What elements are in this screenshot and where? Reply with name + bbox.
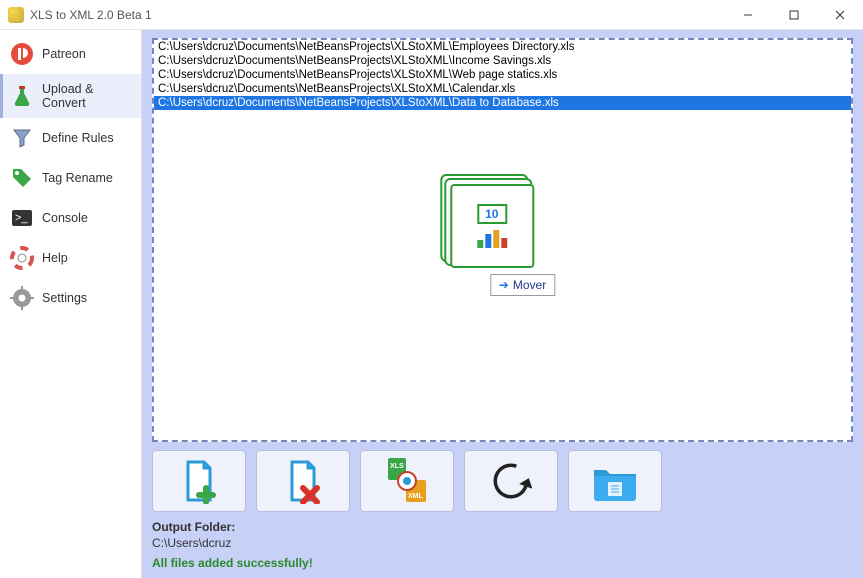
app-icon xyxy=(8,7,24,23)
sidebar-label: Settings xyxy=(42,291,87,305)
flask-icon xyxy=(10,84,34,108)
footer: Output Folder: C:\Users\dcruz All files … xyxy=(152,520,853,570)
sidebar-item-upload[interactable]: Upload & Convert xyxy=(0,74,141,118)
sidebar-item-tag[interactable]: Tag Rename xyxy=(0,158,141,198)
file-list-item[interactable]: C:\Users\dcruz\Documents\NetBeansProject… xyxy=(154,68,851,82)
add-file-button[interactable] xyxy=(152,450,246,512)
svg-text:XLS: XLS xyxy=(390,463,404,470)
mini-bars xyxy=(477,228,507,248)
maximize-button[interactable] xyxy=(771,0,817,29)
file-list-item[interactable]: C:\Users\dcruz\Documents\NetBeansProject… xyxy=(154,82,851,96)
sidebar-label: Console xyxy=(42,211,88,225)
svg-text:>_: >_ xyxy=(15,212,28,224)
titlebar: XLS to XML 2.0 Beta 1 xyxy=(0,0,863,30)
file-list-item[interactable]: C:\Users\dcruz\Documents\NetBeansProject… xyxy=(154,96,851,110)
output-folder-path: C:\Users\dcruz xyxy=(152,536,853,550)
spreadsheet-graphic: 10 ➔ Mover xyxy=(450,184,555,296)
gear-icon xyxy=(10,286,34,310)
file-list-item[interactable]: C:\Users\dcruz\Documents\NetBeansProject… xyxy=(154,40,851,54)
status-message: All files added successfully! xyxy=(152,556,853,570)
output-folder-label: Output Folder: xyxy=(152,520,853,534)
funnel-icon xyxy=(10,126,34,150)
sidebar-label: Patreon xyxy=(42,47,86,61)
open-folder-button[interactable] xyxy=(568,450,662,512)
drop-area[interactable]: C:\Users\dcruz\Documents\NetBeansProject… xyxy=(152,38,853,442)
badge-count: 10 xyxy=(477,204,507,224)
window-title: XLS to XML 2.0 Beta 1 xyxy=(30,8,725,22)
patreon-icon xyxy=(10,42,34,66)
arrow-right-icon: ➔ xyxy=(499,278,509,292)
sidebar-item-settings[interactable]: Settings xyxy=(0,278,141,318)
console-icon: >_ xyxy=(10,206,34,230)
sidebar-label: Tag Rename xyxy=(42,171,113,185)
file-list-item[interactable]: C:\Users\dcruz\Documents\NetBeansProject… xyxy=(154,54,851,68)
remove-file-button[interactable] xyxy=(256,450,350,512)
sidebar-item-help[interactable]: Help xyxy=(0,238,141,278)
sidebar-label: Define Rules xyxy=(42,131,114,145)
sidebar: Patreon Upload & Convert Define Rules Ta… xyxy=(0,30,142,578)
mover-button[interactable]: ➔ Mover xyxy=(490,274,555,296)
close-button[interactable] xyxy=(817,0,863,29)
sheet-stack-icon: 10 xyxy=(450,184,534,268)
convert-button[interactable]: XLS XML xyxy=(360,450,454,512)
minimize-button[interactable] xyxy=(725,0,771,29)
tag-icon xyxy=(10,166,34,190)
sidebar-label: Help xyxy=(42,251,68,265)
sidebar-item-patreon[interactable]: Patreon xyxy=(0,34,141,74)
mover-label: Mover xyxy=(513,278,546,292)
sidebar-item-rules[interactable]: Define Rules xyxy=(0,118,141,158)
content-panel: C:\Users\dcruz\Documents\NetBeansProject… xyxy=(142,30,863,578)
sidebar-label: Upload & Convert xyxy=(42,82,131,110)
file-list[interactable]: C:\Users\dcruz\Documents\NetBeansProject… xyxy=(154,40,851,110)
svg-text:XML: XML xyxy=(408,493,424,500)
toolbar: XLS XML xyxy=(152,450,853,512)
lifebuoy-icon xyxy=(10,246,34,270)
refresh-button[interactable] xyxy=(464,450,558,512)
sidebar-item-console[interactable]: >_ Console xyxy=(0,198,141,238)
